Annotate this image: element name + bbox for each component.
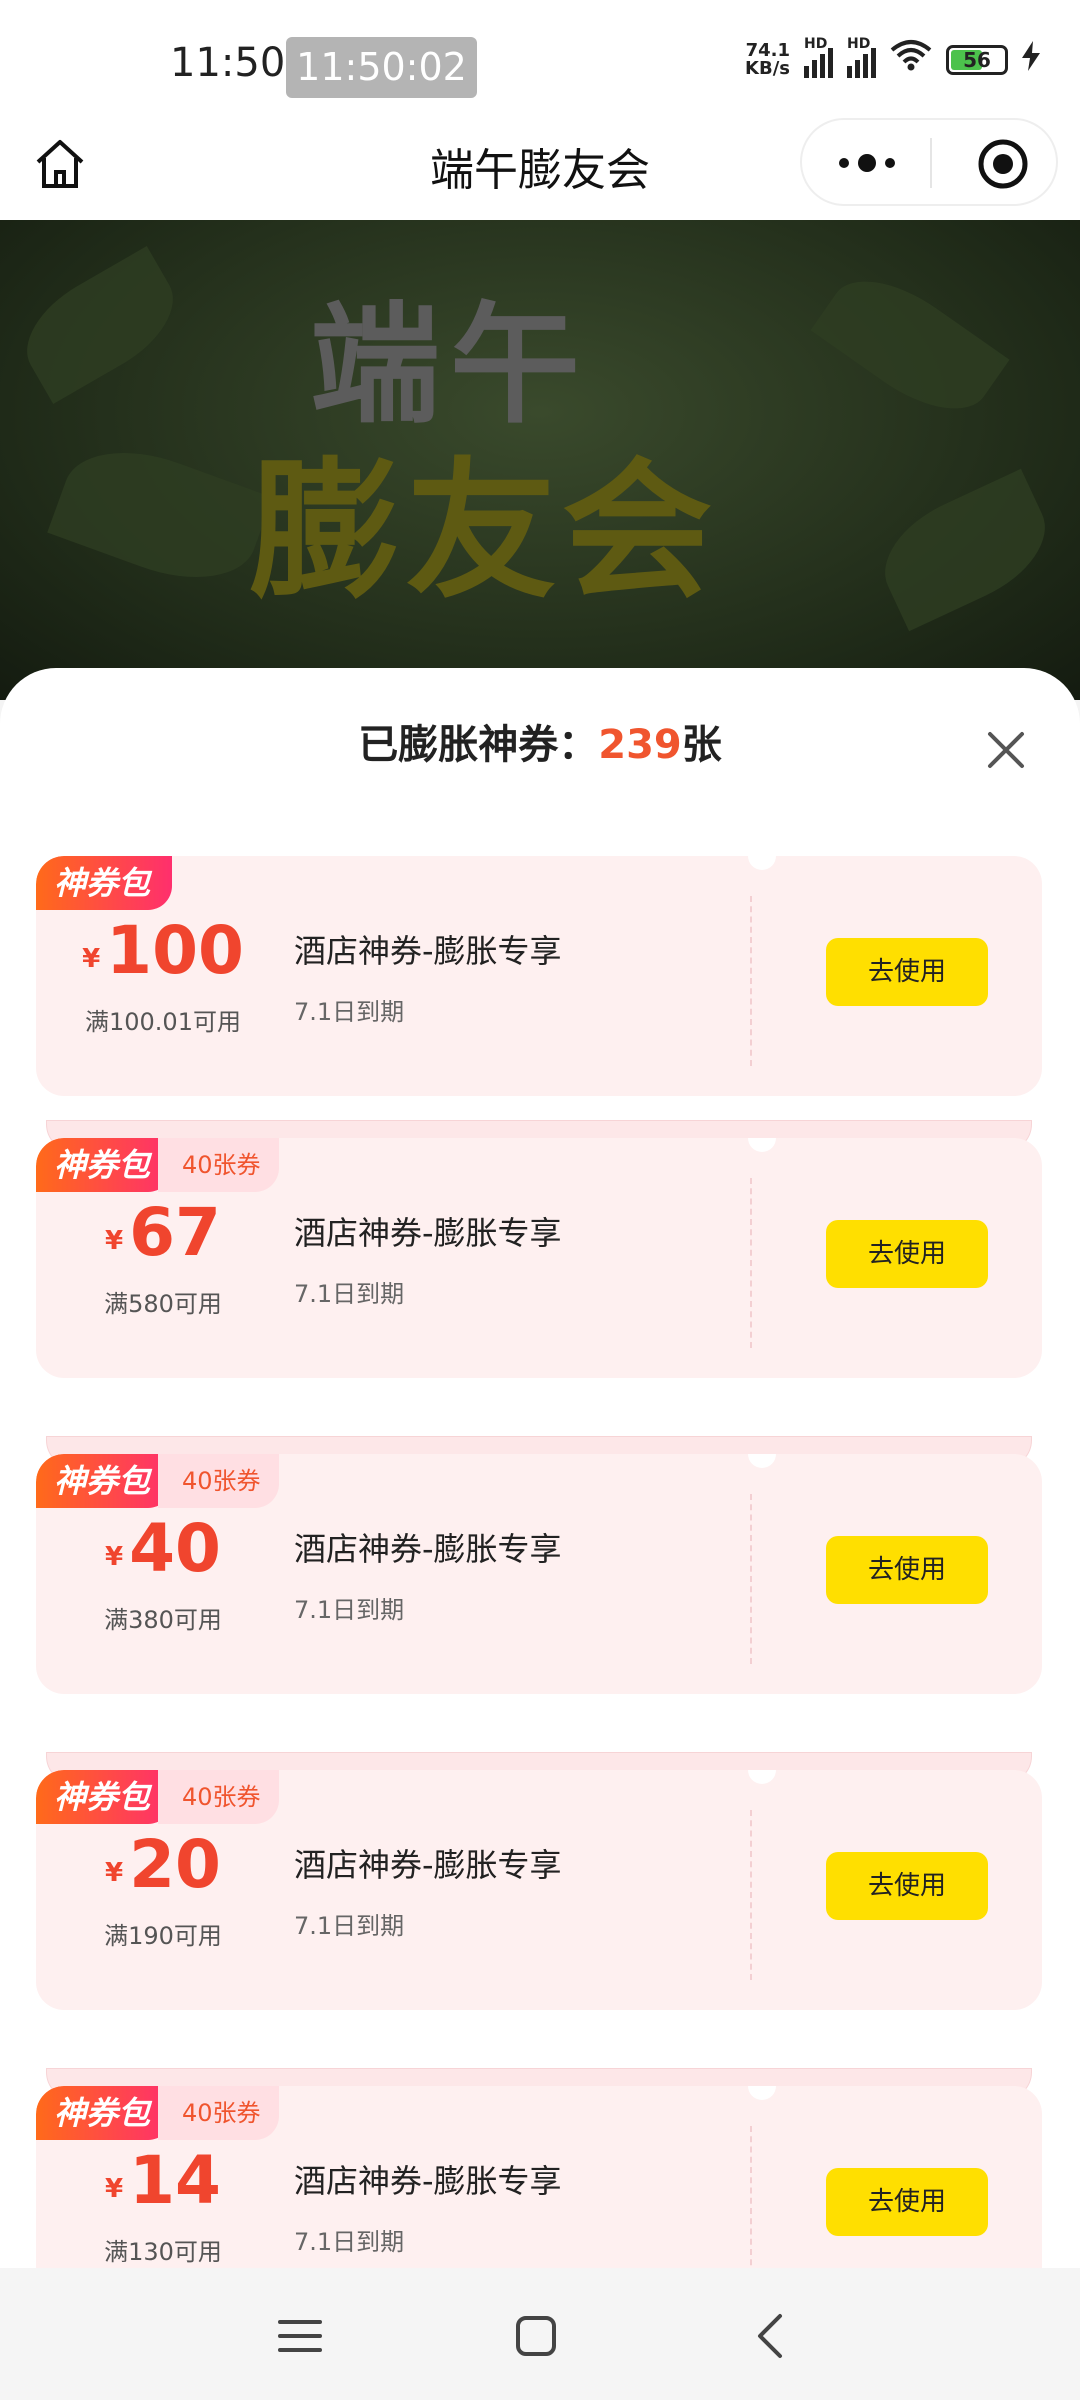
network-speed: 74.1 KB/s xyxy=(745,39,790,79)
use-coupon-button[interactable]: 去使用 xyxy=(826,1220,988,1288)
coupon-count-badge: 40张券 xyxy=(158,1770,279,1824)
coupon-name: 酒店神券-膨胀专享 xyxy=(294,2162,562,2200)
coupon-amount: ¥14 xyxy=(105,2142,221,2219)
target-icon[interactable] xyxy=(976,137,1030,191)
coupon-tag: 神券包 xyxy=(36,856,173,910)
use-coupon-button[interactable]: 去使用 xyxy=(826,1852,988,1920)
event-banner: 端午 膨友会 xyxy=(0,220,1080,700)
battery-icon: 56 xyxy=(946,44,1008,75)
coupon-threshold: 满130可用 xyxy=(104,2238,222,2266)
wifi-icon xyxy=(890,38,932,81)
coupon-expiry: 7.1日到期 xyxy=(294,1596,405,1624)
status-bar: 11:50 11:50:02 74.1 KB/s HD HD 56 xyxy=(0,0,1080,110)
coupon-tag: 神券包 xyxy=(36,1454,173,1508)
coupon-count-badge: 40张券 xyxy=(158,1138,279,1192)
use-coupon-button[interactable]: 去使用 xyxy=(826,1536,988,1604)
coupon-threshold: 满380可用 xyxy=(104,1606,222,1634)
coupon-name: 酒店神券-膨胀专享 xyxy=(294,1846,562,1884)
coupon-name: 酒店神券-膨胀专享 xyxy=(294,1530,562,1568)
coupon-threshold: 满580可用 xyxy=(104,1290,222,1318)
signal-icon: HD xyxy=(804,36,833,78)
coupon-amount: ¥40 xyxy=(105,1510,221,1587)
status-time: 11:50 xyxy=(170,40,286,86)
coupon-threshold: 满100.01可用 xyxy=(85,1008,241,1036)
use-coupon-button[interactable]: 去使用 xyxy=(826,2168,988,2236)
coupon-expiry: 7.1日到期 xyxy=(294,1280,405,1308)
coupon-tag: 神券包 xyxy=(36,2086,173,2140)
status-icons: 74.1 KB/s HD HD 56 xyxy=(745,36,1040,81)
more-icon[interactable] xyxy=(832,138,902,188)
navigation-bar: 端午膨友会 xyxy=(0,110,1080,220)
coupon-count-badge: 40张券 xyxy=(158,2086,279,2140)
back-icon[interactable] xyxy=(744,2308,800,2364)
sheet-title: 已膨胀神券：239张 xyxy=(358,722,722,768)
coupon-name: 酒店神券-膨胀专享 xyxy=(294,932,562,970)
banner-title-line2: 膨友会 xyxy=(250,445,719,619)
signal-icon-2: HD xyxy=(847,36,876,78)
coupon-count: 239 xyxy=(598,722,682,768)
coupon-tag: 神券包 xyxy=(36,1770,173,1824)
coupon-sheet: 已膨胀神券：239张 神券包 ¥100 满100.01可用 酒店神券-膨胀专享 … xyxy=(0,668,1080,2268)
charging-icon xyxy=(1022,41,1040,78)
close-icon[interactable] xyxy=(984,728,1028,772)
coupon-amount: ¥67 xyxy=(105,1194,221,1271)
use-coupon-button[interactable]: 去使用 xyxy=(826,938,988,1006)
coupon-amount: ¥20 xyxy=(105,1826,221,1903)
menu-icon[interactable] xyxy=(272,2308,328,2364)
square-icon[interactable] xyxy=(508,2308,564,2364)
coupon-expiry: 7.1日到期 xyxy=(294,2228,405,2256)
coupon-threshold: 满190可用 xyxy=(104,1922,222,1950)
coupon-tag: 神券包 xyxy=(36,1138,173,1192)
coupon-count-badge: 40张券 xyxy=(158,1454,279,1508)
system-nav-bar xyxy=(0,2268,1080,2400)
mini-program-capsule xyxy=(800,118,1058,206)
coupon-name: 酒店神券-膨胀专享 xyxy=(294,1214,562,1252)
coupon-amount: ¥100 xyxy=(82,912,244,989)
time-badge: 11:50:02 xyxy=(286,37,477,98)
coupon-expiry: 7.1日到期 xyxy=(294,1912,405,1940)
coupon-expiry: 7.1日到期 xyxy=(294,998,405,1026)
